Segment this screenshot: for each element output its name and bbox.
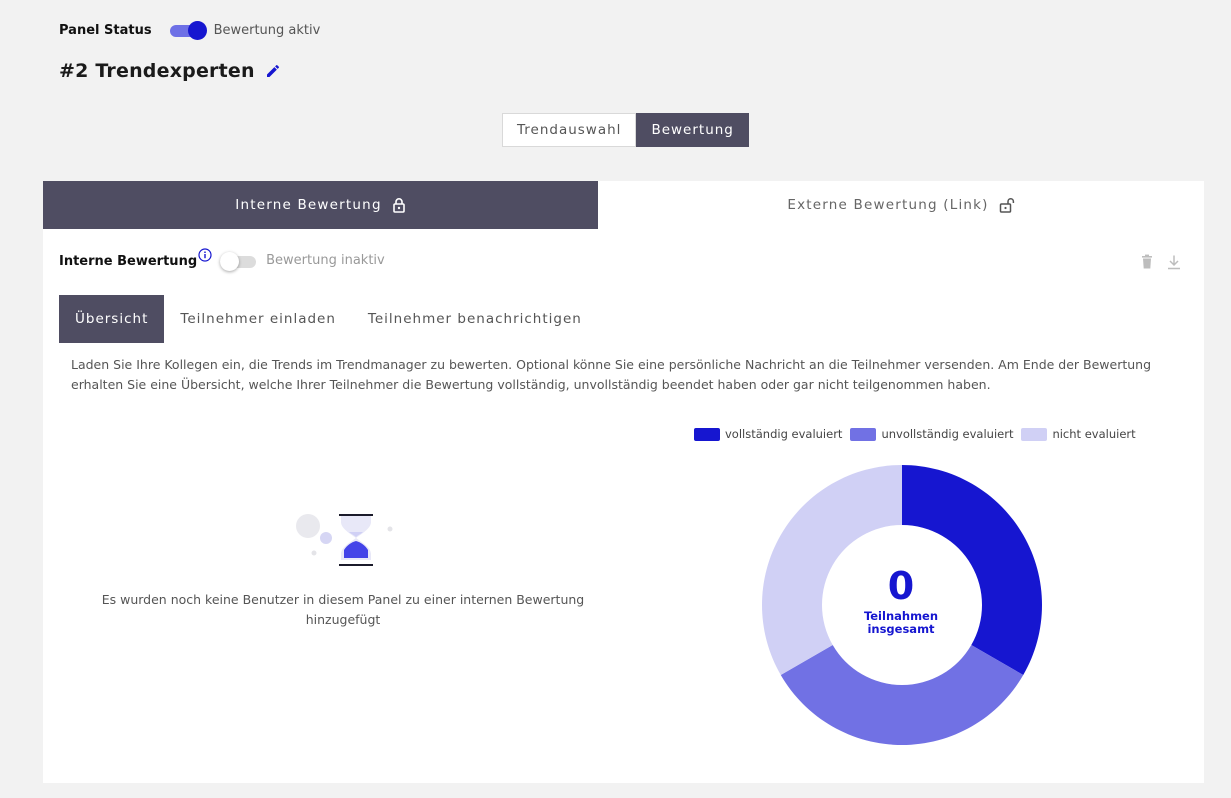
rating-tabs: Interne Bewertung Externe Bewertung (Lin… — [43, 181, 1204, 229]
info-icon[interactable] — [198, 248, 212, 262]
action-icons — [1140, 254, 1182, 270]
legend-swatch — [694, 427, 720, 441]
tab-external-rating-label: Externe Bewertung (Link) — [787, 197, 989, 213]
tab-notify-participants[interactable]: Teilnehmer benachrichtigen — [352, 295, 598, 343]
legend-swatch — [850, 427, 877, 441]
tab-external-rating[interactable]: Externe Bewertung (Link) — [598, 181, 1204, 229]
tab-internal-rating-label: Interne Bewertung — [235, 197, 382, 213]
tab-invite-participants[interactable]: Teilnehmer einladen — [164, 295, 352, 343]
legend-item[interactable]: vollständig evaluiert — [694, 427, 842, 441]
legend-item[interactable]: nicht evaluiert — [1021, 427, 1136, 441]
panel-status-label: Panel Status — [59, 22, 152, 38]
lock-icon — [392, 197, 406, 213]
donut-slice[interactable] — [780, 645, 1024, 745]
panel-title-row: #2 Trendexperten — [59, 60, 281, 82]
empty-state-line: hinzugefügt — [305, 612, 381, 627]
tab-trendauswahl[interactable]: Trendauswahl — [502, 113, 637, 147]
internal-rating-toggle[interactable] — [220, 251, 258, 271]
chart-legend: vollständig evaluiert unvollständig eval… — [694, 427, 1144, 441]
hourglass-icon — [293, 506, 403, 580]
legend-label: nicht evaluiert — [1052, 427, 1136, 441]
empty-state-line: Es wurden noch keine Benutzer in diesem … — [101, 592, 585, 607]
description-line: erhalten Sie eine Übersicht, welche Ihre… — [71, 377, 991, 392]
internal-rating-label: Interne Bewertung — [59, 254, 198, 269]
trash-icon[interactable] — [1140, 254, 1154, 270]
donut-center: 0 Teilnahmen insgesamt — [821, 564, 981, 636]
download-icon[interactable] — [1166, 254, 1182, 270]
panel-status: Panel Status Bewertung aktiv — [59, 20, 320, 40]
legend-swatch — [1021, 427, 1048, 441]
internal-rating-status: Bewertung inaktiv — [266, 253, 385, 268]
toggle-knob — [220, 252, 240, 271]
tab-bewertung[interactable]: Bewertung — [636, 113, 749, 147]
description-text: Laden Sie Ihre Kollegen ein, die Trends … — [71, 355, 1171, 395]
page-title: #2 Trendexperten — [59, 60, 255, 82]
panel-status-text: Bewertung aktiv — [213, 22, 321, 38]
sub-tabs: Übersicht Teilnehmer einladen Teilnehmer… — [59, 295, 598, 343]
legend-label: unvollständig evaluiert — [881, 427, 1014, 441]
tab-internal-rating[interactable]: Interne Bewertung — [43, 181, 598, 229]
tab-overview[interactable]: Übersicht — [59, 295, 165, 343]
description-line: Laden Sie Ihre Kollegen ein, die Trends … — [71, 357, 1152, 372]
empty-state-text: Es wurden noch keine Benutzer in diesem … — [83, 590, 603, 630]
view-switch: Trendauswahl Bewertung — [502, 113, 749, 147]
rating-card: Interne Bewertung Externe Bewertung (Lin… — [43, 181, 1204, 783]
total-participations-value: 0 — [887, 564, 915, 608]
unlock-icon — [999, 197, 1015, 213]
legend-label: vollständig evaluiert — [725, 427, 843, 441]
internal-rating-row: Interne Bewertung Bewertung inaktiv — [59, 248, 385, 271]
panel-status-toggle[interactable] — [169, 20, 208, 40]
total-participations-label: Teilnahmen insgesamt — [863, 609, 939, 636]
pencil-icon[interactable] — [265, 63, 281, 79]
toggle-knob — [187, 21, 207, 40]
legend-item[interactable]: unvollständig evaluiert — [850, 427, 1013, 441]
